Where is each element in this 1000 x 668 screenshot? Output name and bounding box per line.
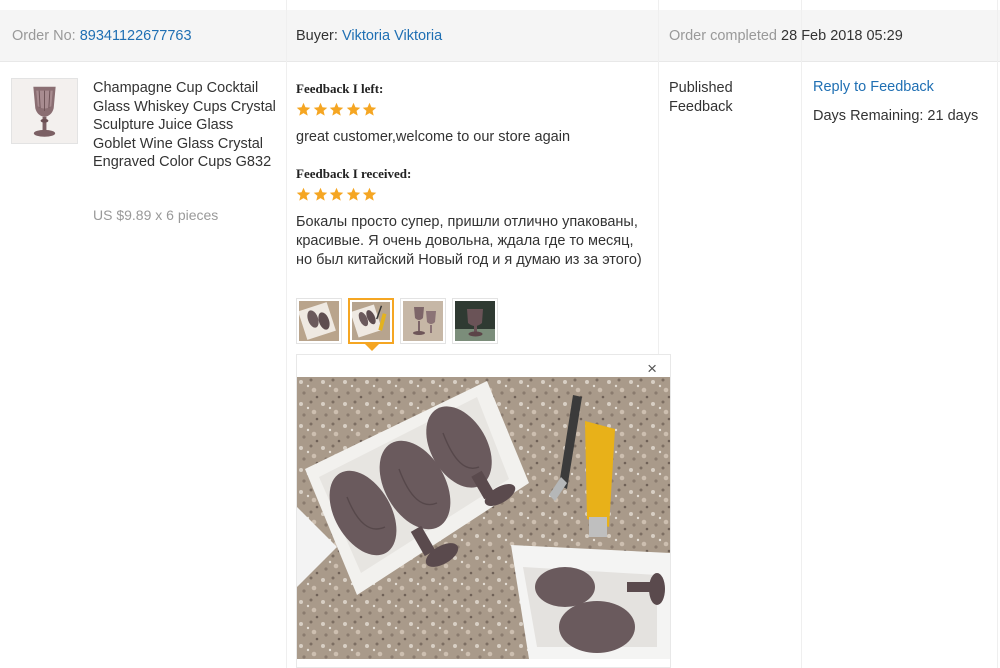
- star-icon: [313, 187, 327, 201]
- star-icon: [329, 102, 344, 116]
- photo-thumbnail-image: [455, 301, 495, 341]
- goblet-image: [12, 79, 77, 143]
- feedback-received-text: Бокалы просто супер, пришли отлично упак…: [296, 214, 642, 268]
- order-completed-date: 28 Feb 2018 05:29: [781, 28, 903, 44]
- column-divider: [997, 0, 998, 668]
- order-completed: Order completed 28 Feb 2018 05:29: [669, 28, 903, 44]
- photo-thumbnail-image: [352, 302, 390, 340]
- reply-to-feedback-link[interactable]: Reply to Feedback: [813, 79, 934, 95]
- feedback-photo-strip: [296, 298, 498, 344]
- photo-preview-panel: ×: [296, 354, 671, 668]
- feedback-left-heading: Feedback I left:: [296, 81, 384, 96]
- column-divider: [286, 0, 287, 668]
- product-price: US $9.89 x 6 pieces: [93, 207, 219, 223]
- star-icon: [296, 187, 311, 201]
- star-icon: [296, 102, 311, 116]
- feedback-photo-large[interactable]: [297, 377, 670, 659]
- product-title-link[interactable]: Champagne Cup Cocktail Glass Whiskey Cup…: [93, 79, 278, 172]
- product-image[interactable]: [11, 78, 78, 144]
- days-remaining: Days Remaining: 21 days: [813, 108, 979, 124]
- order-completed-label: Order completed: [669, 28, 777, 44]
- order-header: Order No: 89341122677763 Buyer: Viktoria…: [0, 10, 1000, 62]
- feedback-photo-thumbnail[interactable]: [452, 298, 498, 344]
- star-icon: [362, 102, 377, 116]
- feedback-received-rating: [296, 187, 377, 202]
- star-icon: [362, 187, 377, 201]
- feedback-received-heading: Feedback I received:: [296, 166, 412, 181]
- photo-thumbnail-image: [299, 301, 339, 341]
- feedback-photo-image: [297, 377, 670, 659]
- order-number-link[interactable]: 89341122677763: [80, 28, 192, 44]
- star-icon: [346, 102, 360, 116]
- feedback-photo-thumbnail[interactable]: [296, 298, 342, 344]
- order-number-label: Order No:: [12, 28, 76, 44]
- feedback-photo-thumbnail[interactable]: [400, 298, 446, 344]
- order-number: Order No: 89341122677763: [12, 28, 192, 44]
- star-icon: [329, 187, 344, 201]
- feedback-photo-thumbnail-selected[interactable]: [348, 298, 394, 344]
- selected-photo-indicator: [365, 344, 379, 351]
- buyer-label: Buyer:: [296, 28, 338, 44]
- feedback-left-rating: [296, 102, 377, 117]
- star-icon: [313, 102, 327, 116]
- star-icon: [346, 187, 360, 201]
- buyer-name-link[interactable]: Viktoria Viktoria: [342, 28, 442, 44]
- column-divider: [801, 0, 802, 668]
- close-icon[interactable]: ×: [647, 360, 657, 378]
- feedback-status: Published Feedback: [669, 80, 733, 115]
- feedback-left-text: great customer,welcome to our store agai…: [296, 129, 571, 145]
- photo-thumbnail-image: [403, 301, 443, 341]
- buyer: Buyer: Viktoria Viktoria: [296, 28, 442, 44]
